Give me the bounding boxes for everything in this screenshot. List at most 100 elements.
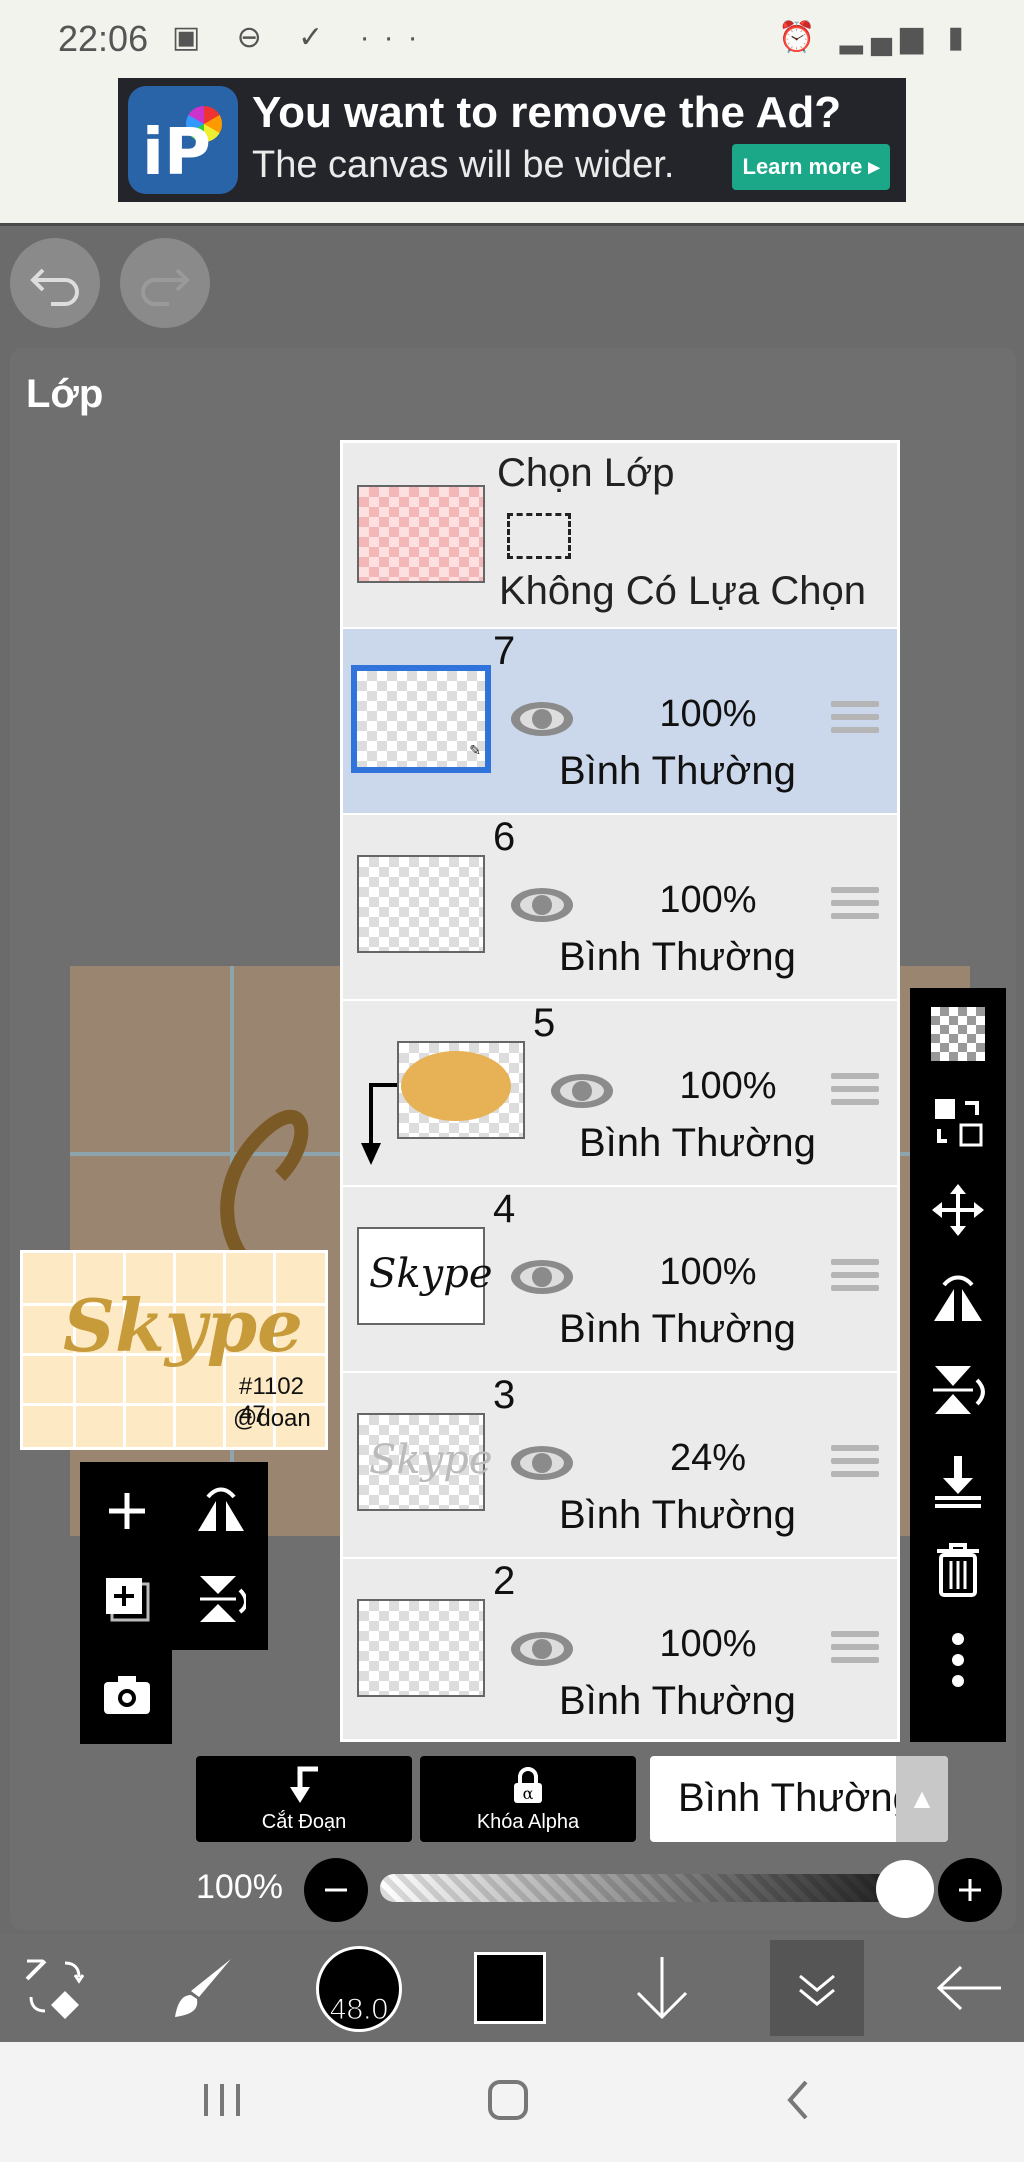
- alpha-lock-label: Khóa Alpha: [476, 1810, 580, 1833]
- swap-icon: [935, 1099, 983, 1147]
- trash-icon: [937, 1543, 979, 1597]
- brush-size-value: 48.0: [329, 1993, 389, 2027]
- layer-row[interactable]: Skype 3 24% Bình Thường: [343, 1373, 897, 1559]
- more-options-button[interactable]: [910, 1620, 1006, 1700]
- layer-opacity: 100%: [659, 693, 757, 735]
- layer-blend-mode: Bình Thường: [559, 749, 796, 793]
- blend-mode-value: Bình Thường: [678, 1776, 915, 1820]
- layer-thumbnail-text: Skype: [369, 1251, 493, 1297]
- delete-layer-button[interactable]: [910, 1530, 1006, 1610]
- clipping-arrow-icon: [290, 1766, 318, 1803]
- merge-down-button[interactable]: [910, 1440, 1006, 1520]
- layer-opacity: 24%: [669, 1437, 747, 1479]
- home-icon: [488, 2080, 528, 2120]
- move-layer-button[interactable]: [910, 1170, 1006, 1250]
- flip-vertical-icon: [200, 1576, 246, 1622]
- blend-mode-select[interactable]: Bình Thường ▲: [650, 1756, 948, 1842]
- layer-row[interactable]: 6 100% Bình Thường: [343, 815, 897, 1001]
- plus-icon: [109, 1493, 145, 1529]
- app-logo-icon: iP: [128, 86, 238, 194]
- redo-button[interactable]: [120, 238, 210, 328]
- layer-number: 6: [493, 815, 516, 859]
- home-button[interactable]: [486, 2070, 530, 2135]
- layer-row[interactable]: ✎ 7 100% Bình Thường: [343, 629, 897, 815]
- brush-icon: [175, 1959, 231, 2017]
- status-bar: 22:06 ▣ ⊖ ✓ ··· ⏰ ▂▄▆ ▮: [0, 0, 1024, 78]
- tool-switch-button[interactable]: [16, 1934, 96, 2042]
- eye-icon[interactable]: [509, 885, 575, 925]
- brush-size-button[interactable]: 48.0: [316, 1946, 402, 2032]
- layer-number: 2: [493, 1559, 516, 1603]
- opacity-increase-button[interactable]: [938, 1858, 1002, 1922]
- flip-horizontal-icon: [198, 1487, 244, 1531]
- add-layer-copy-button[interactable]: [92, 1564, 162, 1634]
- swap-layers-button[interactable]: [910, 1082, 1006, 1162]
- svg-text:α: α: [523, 1784, 534, 1803]
- transparent-fill-button[interactable]: [910, 994, 1006, 1074]
- eye-icon[interactable]: [509, 699, 575, 739]
- clipping-button[interactable]: Cắt Đoạn: [196, 1756, 412, 1842]
- layer-thumbnail: Skype: [357, 1413, 493, 1511]
- triangle-up-icon: ▲: [896, 1756, 948, 1842]
- alpha-lock-button[interactable]: α Khóa Alpha: [420, 1756, 636, 1842]
- layer-number: 5: [533, 1001, 556, 1045]
- drag-handle-icon[interactable]: [831, 1631, 879, 1669]
- logo-text: iP: [142, 116, 211, 190]
- back-button[interactable]: [930, 1934, 1010, 2042]
- undo-button[interactable]: [10, 238, 100, 328]
- add-layer-button[interactable]: [92, 1476, 162, 1546]
- opacity-slider-knob[interactable]: [876, 1860, 934, 1918]
- ad-headline: You want to remove the Ad?: [252, 88, 842, 137]
- preview-art-text: Skype: [63, 1283, 303, 1368]
- recent-apps-button[interactable]: [200, 2070, 244, 2135]
- eye-icon[interactable]: [509, 1629, 575, 1669]
- layer-panel-toggle-button[interactable]: [770, 1940, 864, 2036]
- checkerboard-icon: [931, 1007, 985, 1061]
- layer-opacity: 100%: [659, 1251, 757, 1293]
- learn-more-button[interactable]: Learn more ▸: [732, 144, 890, 190]
- layer-list[interactable]: Chọn Lớp Không Có Lựa Chọn ✎ 7 100% Bình…: [340, 440, 900, 1742]
- color-picker-button[interactable]: [474, 1952, 546, 2024]
- layer-down-button[interactable]: [622, 1934, 702, 2042]
- layer-row[interactable]: 2 100% Bình Thường: [343, 1559, 897, 1739]
- system-back-button[interactable]: [776, 2070, 820, 2135]
- opacity-decrease-button[interactable]: [304, 1858, 368, 1922]
- flip-horizontal-button[interactable]: [910, 1260, 1006, 1340]
- arrow-down-icon: [636, 1957, 688, 2020]
- preview-tag-2: @doan: [233, 1405, 311, 1432]
- layer-thumbnail: ✎: [351, 665, 491, 773]
- drag-handle-icon[interactable]: [831, 701, 879, 739]
- eye-icon[interactable]: [509, 1443, 575, 1483]
- flip-vertical-button[interactable]: [910, 1350, 1006, 1430]
- eye-icon[interactable]: [509, 1257, 575, 1297]
- flip-layer-horizontal-button[interactable]: [186, 1476, 256, 1546]
- plus-icon: [959, 1879, 981, 1901]
- layer-number: 4: [493, 1187, 516, 1231]
- drag-handle-icon[interactable]: [831, 1445, 879, 1483]
- arrow-left-icon: [936, 1965, 1001, 2011]
- layer-blend-mode: Bình Thường: [559, 935, 796, 979]
- layer-row[interactable]: Skype 4 100% Bình Thường: [343, 1187, 897, 1373]
- marquee-icon: [507, 513, 571, 559]
- ad-banner[interactable]: iP You want to remove the Ad? The canvas…: [118, 78, 906, 202]
- layer-thumbnail: [397, 1041, 525, 1139]
- drag-handle-icon[interactable]: [831, 887, 879, 925]
- double-chevron-down-icon: [799, 1974, 835, 2006]
- layer-blend-mode: Bình Thường: [579, 1121, 816, 1165]
- clipping-arrow-icon: [361, 1083, 397, 1165]
- brush-tool-button[interactable]: [164, 1934, 244, 2042]
- layer-opacity: 100%: [679, 1065, 777, 1107]
- eye-icon[interactable]: [549, 1071, 615, 1111]
- flip-vertical-icon: [933, 1366, 985, 1414]
- canvas-preview[interactable]: Skype #1102 47 @doan: [20, 1250, 328, 1450]
- flip-layer-vertical-button[interactable]: [186, 1564, 256, 1634]
- drag-handle-icon[interactable]: [831, 1259, 879, 1297]
- layer-row[interactable]: 5 100% Bình Thường: [343, 1001, 897, 1187]
- status-system-icons: ⏰ ▂▄▆ ▮: [778, 21, 972, 54]
- selection-layer-row[interactable]: Chọn Lớp Không Có Lựa Chọn: [343, 443, 897, 629]
- opacity-slider[interactable]: [380, 1874, 916, 1902]
- selection-status: Không Có Lựa Chọn: [499, 569, 867, 613]
- drag-handle-icon[interactable]: [831, 1073, 879, 1111]
- camera-icon: [104, 1676, 150, 1714]
- camera-button[interactable]: [92, 1660, 162, 1730]
